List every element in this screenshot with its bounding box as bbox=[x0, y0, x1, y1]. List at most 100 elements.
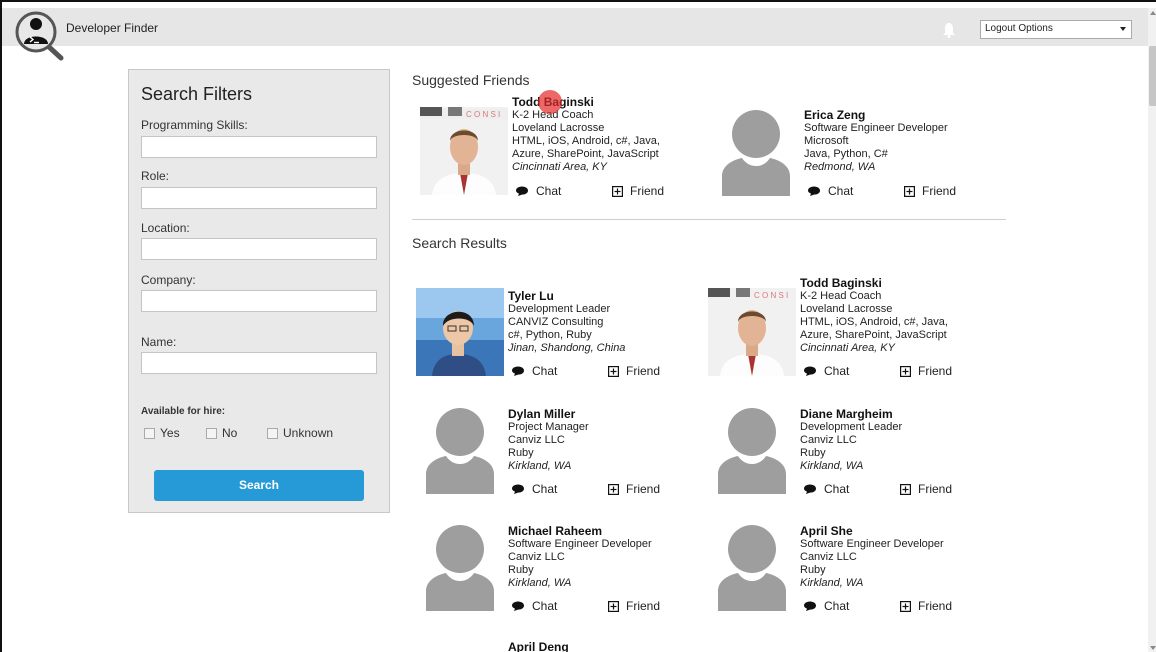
search-result-card: Tyler Lu Development Leader CANVIZ Consu… bbox=[416, 288, 706, 398]
add-friend-button[interactable]: Friend bbox=[904, 184, 956, 198]
chat-button[interactable]: Chat bbox=[512, 364, 608, 378]
profile-location: Cincinnati Area, KY bbox=[800, 342, 895, 354]
profile-location: Redmond, WA bbox=[804, 161, 876, 173]
scroll-up-icon[interactable] bbox=[1150, 11, 1156, 15]
profile-name[interactable]: Tyler Lu bbox=[508, 289, 704, 303]
default-avatar-icon[interactable] bbox=[416, 406, 504, 494]
location-input[interactable] bbox=[141, 238, 377, 260]
profile-detail: Canviz LLC bbox=[508, 551, 565, 563]
svg-text:C O N S I: C O N S I bbox=[754, 291, 788, 300]
chat-bubble-icon bbox=[516, 186, 528, 196]
scroll-down-icon[interactable] bbox=[1150, 646, 1156, 650]
add-friend-button[interactable]: Friend bbox=[608, 599, 660, 613]
add-friend-button[interactable]: Friend bbox=[900, 482, 952, 496]
name-label: Name: bbox=[141, 335, 177, 349]
scroll-thumb[interactable] bbox=[1149, 46, 1156, 106]
chat-button[interactable]: Chat bbox=[804, 364, 900, 378]
profile-detail: Azure, SharePoint, JavaScript bbox=[512, 148, 659, 160]
top-bar: Developer Finder Logout Options bbox=[2, 8, 1148, 46]
profile-detail: Loveland Lacrosse bbox=[512, 122, 605, 134]
bell-icon[interactable] bbox=[942, 22, 956, 38]
checkbox-box[interactable] bbox=[144, 427, 155, 439]
default-avatar-icon[interactable] bbox=[416, 523, 504, 611]
location-label: Location: bbox=[141, 221, 190, 235]
name-input[interactable] bbox=[141, 352, 377, 374]
friend-label: Friend bbox=[626, 364, 661, 378]
page-scrollbar[interactable] bbox=[1148, 8, 1156, 652]
add-friend-button[interactable]: Friend bbox=[900, 364, 952, 378]
hire-yes-checkbox[interactable]: Yes bbox=[144, 426, 180, 440]
add-friend-button[interactable]: Friend bbox=[900, 599, 952, 613]
plus-box-icon bbox=[900, 600, 911, 612]
default-avatar-icon[interactable] bbox=[712, 108, 800, 196]
logout-options-select[interactable]: Logout Options bbox=[980, 20, 1132, 39]
chat-button[interactable]: Chat bbox=[516, 184, 612, 198]
company-input[interactable] bbox=[141, 290, 377, 312]
search-result-card: Diane Margheim Development Leader Canviz… bbox=[708, 406, 998, 516]
add-friend-button[interactable]: Friend bbox=[608, 482, 660, 496]
chevron-down-icon bbox=[1120, 27, 1126, 31]
profile-detail: Project Manager bbox=[508, 421, 589, 433]
chat-bubble-icon bbox=[804, 601, 816, 611]
app-title: Developer Finder bbox=[66, 21, 159, 35]
chat-button[interactable]: Chat bbox=[804, 482, 900, 496]
plus-box-icon bbox=[608, 365, 619, 377]
chat-button[interactable]: Chat bbox=[804, 599, 900, 613]
role-input[interactable] bbox=[141, 187, 377, 209]
profile-name[interactable]: April Deng bbox=[508, 640, 704, 652]
hire-no-checkbox[interactable]: No bbox=[206, 426, 237, 440]
default-avatar-icon[interactable] bbox=[708, 406, 796, 494]
hire-no-label: No bbox=[222, 426, 238, 440]
search-filters-panel: Search Filters Programming Skills: Role:… bbox=[128, 69, 390, 513]
click-indicator bbox=[538, 90, 562, 114]
profile-name[interactable]: Erica Zeng bbox=[804, 108, 1000, 122]
profile-photo[interactable] bbox=[416, 288, 504, 376]
hire-unknown-checkbox[interactable]: Unknown bbox=[267, 426, 333, 440]
profile-name[interactable]: April She bbox=[800, 524, 996, 538]
profile-name[interactable]: Dylan Miller bbox=[508, 407, 704, 421]
profile-detail: Software Engineer Developer bbox=[804, 122, 948, 134]
profile-detail: Canviz LLC bbox=[800, 551, 857, 563]
hire-yes-label: Yes bbox=[160, 426, 180, 440]
programming-skills-input[interactable] bbox=[141, 136, 377, 158]
plus-box-icon bbox=[612, 185, 623, 197]
profile-location: Jinan, Shandong, China bbox=[508, 342, 626, 354]
profile-name[interactable]: Michael Raheem bbox=[508, 524, 704, 538]
checkbox-box[interactable] bbox=[267, 427, 278, 439]
profile-actions: Chat Friend bbox=[512, 599, 712, 613]
profile-actions: Chat Friend bbox=[804, 599, 1004, 613]
profile-detail: Software Engineer Developer bbox=[508, 538, 652, 550]
checkbox-box[interactable] bbox=[206, 427, 217, 439]
profile-name[interactable]: Diane Margheim bbox=[800, 407, 996, 421]
suggested-friend-card: C O N S I Todd Baginski K-2 Head Coach L… bbox=[420, 95, 710, 205]
search-button[interactable]: Search bbox=[154, 470, 364, 501]
add-friend-button[interactable]: Friend bbox=[608, 364, 660, 378]
add-friend-button[interactable]: Friend bbox=[612, 184, 664, 198]
profile-detail: Development Leader bbox=[800, 421, 903, 433]
profile-name[interactable]: Todd Baginski bbox=[800, 276, 996, 290]
section-divider bbox=[412, 219, 1006, 220]
profile-photo[interactable]: C O N S I bbox=[420, 107, 508, 195]
chat-bubble-icon bbox=[804, 484, 816, 494]
chat-label: Chat bbox=[532, 482, 558, 496]
search-result-card: Dylan Miller Project Manager Canviz LLC … bbox=[416, 406, 706, 516]
friend-label: Friend bbox=[918, 364, 953, 378]
profile-detail: Ruby bbox=[508, 564, 534, 576]
chat-label: Chat bbox=[532, 599, 558, 613]
profile-info: Dylan Miller Project Manager Canviz LLC … bbox=[508, 407, 704, 473]
chat-button[interactable]: Chat bbox=[512, 599, 608, 613]
plus-box-icon bbox=[900, 483, 911, 495]
profile-info: Michael Raheem Software Engineer Develop… bbox=[508, 524, 704, 590]
developer-finder-logo-icon[interactable] bbox=[14, 10, 66, 62]
chat-bubble-icon bbox=[512, 366, 524, 376]
search-result-card: April Deng bbox=[416, 640, 706, 652]
profile-actions: Chat Friend bbox=[804, 482, 1004, 496]
chat-button[interactable]: Chat bbox=[512, 482, 608, 496]
profile-photo[interactable]: C O N S I bbox=[708, 288, 796, 376]
available-for-hire-label: Available for hire: bbox=[141, 406, 226, 417]
profile-detail: Ruby bbox=[800, 564, 826, 576]
chat-button[interactable]: Chat bbox=[808, 184, 904, 198]
profile-location: Kirkland, WA bbox=[508, 460, 572, 472]
chat-label: Chat bbox=[824, 482, 850, 496]
default-avatar-icon[interactable] bbox=[708, 523, 796, 611]
